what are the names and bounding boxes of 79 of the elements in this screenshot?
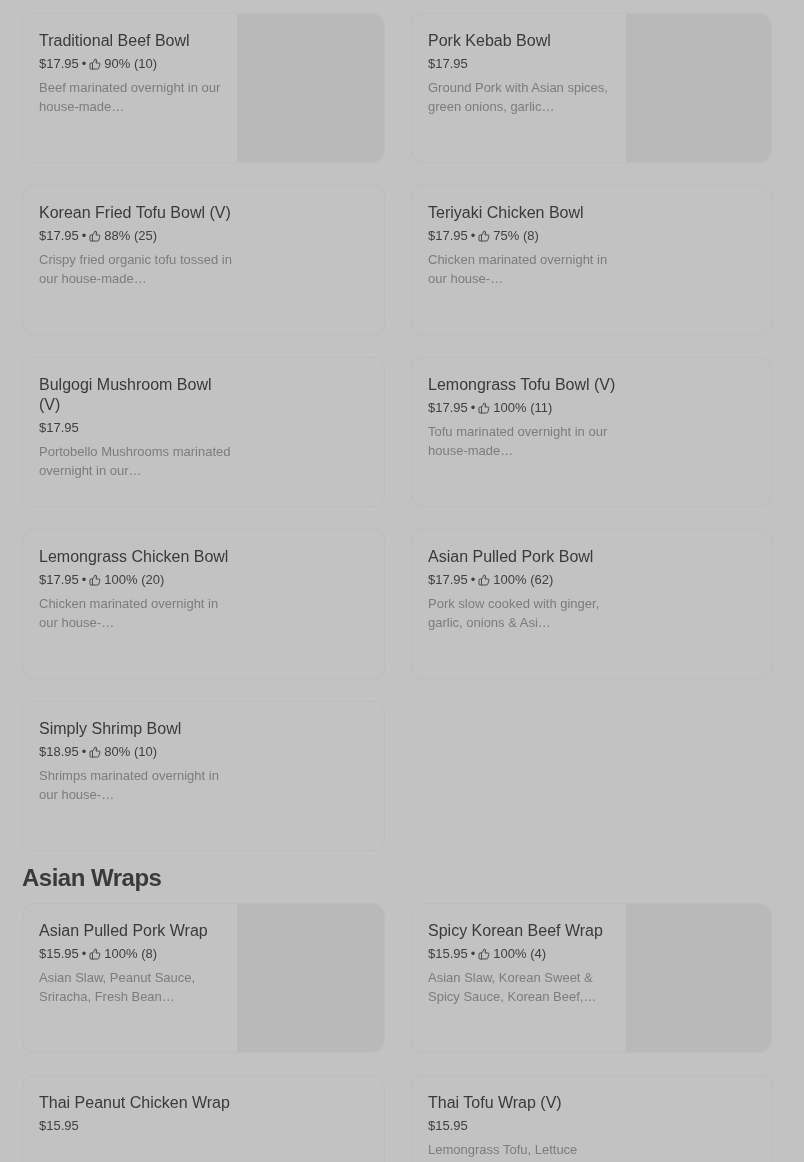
- item-rating: 90% (10): [104, 56, 158, 72]
- item-rating: 100% (62): [493, 572, 554, 588]
- item-price: $17.95: [39, 572, 79, 588]
- item-name: Bulgogi Mushroom Bowl (V): [39, 375, 213, 415]
- item-price: $17.95: [39, 56, 79, 72]
- menu-item-card[interactable]: Spicy Korean Beef Wrap $15.95 • 100% (4) Asian Slaw, Korean Sweet & Spicy Sauce, Korean Beef,…: [411, 903, 772, 1053]
- item-name: Lemongrass Tofu Bowl (V): [428, 375, 617, 395]
- item-rating: 100% (20): [104, 572, 165, 588]
- item-description: Asian Slaw, Peanut Sauce, Sriracha, Fresh Bean…: [39, 969, 197, 1006]
- item-rating: 80% (10): [104, 744, 158, 760]
- item-name: Asian Pulled Pork Wrap: [39, 921, 209, 941]
- item-rating: 100% (11): [493, 400, 553, 416]
- item-price: $15.95: [39, 1118, 79, 1134]
- separator-dot: •: [81, 228, 87, 244]
- thumbs-up-icon: [478, 402, 491, 414]
- item-description: Asian Slaw, Korean Sweet & Spicy Sauce, Korean Beef,…: [428, 969, 598, 1006]
- thumbs-up-icon: [89, 230, 102, 242]
- menu-item-card[interactable]: Thai Peanut Chicken Wrap $15.95: [22, 1075, 385, 1162]
- item-name: Thai Peanut Chicken Wrap: [39, 1093, 231, 1113]
- item-rating: 88% (25): [104, 228, 158, 244]
- item-description: Shrimps marinated overnight in our house-…: [39, 767, 220, 804]
- menu-item-card[interactable]: Teriyaki Chicken Bowl $17.95 • 75% (8) Chicken marinated overnight in our house-…: [411, 185, 772, 335]
- item-description: Portobello Mushrooms marinated overnight in our…: [39, 443, 232, 480]
- separator-dot: •: [470, 946, 476, 962]
- item-description: Chicken marinated overnight in our house-…: [428, 251, 609, 288]
- thumbs-up-icon: [89, 58, 102, 70]
- item-price: $15.95: [39, 946, 79, 962]
- menu-item-card[interactable]: Thai Tofu Wrap (V) $15.95 Lemongrass Tofu, Lettuce: [411, 1075, 772, 1162]
- menu-item-card[interactable]: Asian Pulled Pork Bowl $17.95 • 100% (62) Pork slow cooked with ginger, garlic, onions & Asi…: [411, 529, 772, 679]
- item-price: $17.95: [428, 572, 468, 588]
- item-price: $17.95: [39, 228, 79, 244]
- menu-item-card[interactable]: Asian Pulled Pork Wrap $15.95 • 100% (8) Asian Slaw, Peanut Sauce, Sriracha, Fresh Bean…: [22, 903, 385, 1053]
- menu-item-card[interactable]: Lemongrass Tofu Bowl (V) $17.95 • 100% (11) Tofu marinated overnight in our house-made…: [411, 357, 772, 507]
- separator-dot: •: [81, 572, 87, 588]
- thumbs-up-icon: [478, 230, 491, 242]
- thumbs-up-icon: [89, 948, 102, 960]
- item-name: Korean Fried Tofu Bowl (V): [39, 203, 232, 223]
- separator-dot: •: [470, 572, 476, 588]
- item-name: Lemongrass Chicken Bowl: [39, 547, 230, 567]
- item-name: Thai Tofu Wrap (V): [428, 1093, 563, 1113]
- item-description: Ground Pork with Asian spices, green onions, garlic…: [428, 79, 609, 116]
- item-price: $15.95: [428, 1118, 468, 1134]
- item-rating: 100% (4): [493, 946, 547, 962]
- separator-dot: •: [470, 228, 476, 244]
- item-price: $18.95: [39, 744, 79, 760]
- separator-dot: •: [81, 744, 87, 760]
- item-description: Chicken marinated overnight in our house-…: [39, 595, 220, 632]
- item-description: Pork slow cooked with ginger, garlic, onions & Asi…: [428, 595, 601, 632]
- section-heading: Asian Wraps: [22, 864, 163, 892]
- item-name: Teriyaki Chicken Bowl: [428, 203, 585, 223]
- item-description: Crispy fried organic tofu tossed in our house-made…: [39, 251, 233, 288]
- thumbs-up-icon: [478, 574, 491, 586]
- item-name: Spicy Korean Beef Wrap: [428, 921, 604, 941]
- menu-item-card[interactable]: Lemongrass Chicken Bowl $17.95 • 100% (20) Chicken marinated overnight in our house-…: [22, 529, 385, 679]
- menu-item-card[interactable]: Pork Kebab Bowl $17.95 Ground Pork with Asian spices, green onions, garlic…: [411, 13, 772, 163]
- item-name: Simply Shrimp Bowl: [39, 719, 183, 739]
- menu-item-card[interactable]: Korean Fried Tofu Bowl (V) $17.95 • 88% (25) Crispy fried organic tofu tossed in our house-made…: [22, 185, 385, 335]
- thumbs-up-icon: [478, 948, 491, 960]
- item-description: Lemongrass Tofu, Lettuce: [428, 1141, 579, 1159]
- thumbs-up-icon: [89, 746, 102, 758]
- separator-dot: •: [470, 400, 476, 416]
- menu-item-card[interactable]: Bulgogi Mushroom Bowl (V) $17.95 Portobello Mushrooms marinated overnight in our…: [22, 357, 385, 507]
- item-price: $17.95: [428, 228, 468, 244]
- item-price: $15.95: [428, 946, 468, 962]
- item-price: $17.95: [428, 56, 468, 72]
- item-description: Tofu marinated overnight in our house-made…: [428, 423, 609, 460]
- item-price: $17.95: [39, 420, 79, 436]
- item-price: $17.95: [428, 400, 468, 416]
- separator-dot: •: [81, 56, 87, 72]
- menu-item-card[interactable]: Simply Shrimp Bowl $18.95 • 80% (10) Shrimps marinated overnight in our house-…: [22, 701, 385, 851]
- menu-item-card[interactable]: Traditional Beef Bowl $17.95 • 90% (10) Beef marinated overnight in our house-made…: [22, 13, 385, 163]
- item-name: Traditional Beef Bowl: [39, 31, 191, 51]
- separator-dot: •: [81, 946, 87, 962]
- item-rating: 75% (8): [493, 228, 539, 244]
- item-description: Beef marinated overnight in our house-made…: [39, 79, 222, 116]
- item-name: Asian Pulled Pork Bowl: [428, 547, 595, 567]
- item-name: Pork Kebab Bowl: [428, 31, 552, 51]
- item-rating: 100% (8): [104, 946, 158, 962]
- thumbs-up-icon: [89, 574, 102, 586]
